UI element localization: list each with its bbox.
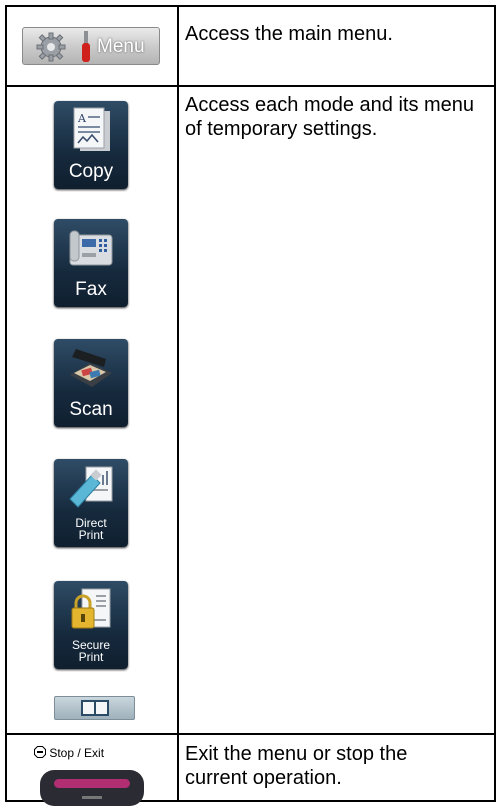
direct-print-icon [69, 466, 113, 508]
scan-icon [70, 349, 112, 387]
copy-label: Copy [68, 161, 114, 182]
row-divider [7, 733, 494, 735]
svg-text:A: A [77, 112, 87, 125]
stop-exit-caption: Stop / Exit [34, 746, 104, 760]
menu-button-label: Menu [97, 36, 145, 57]
stop-description: Exit the menu or stop the current operat… [185, 743, 408, 789]
modes-description: Access each mode and its menu of tempora… [185, 94, 475, 140]
stop-exit-label: Stop / Exit [49, 746, 105, 760]
direct-print-label: Direct Print [75, 516, 107, 542]
wrench-icon [82, 31, 90, 62]
fax-label: Fax [75, 279, 107, 300]
stop-button-indicator [82, 796, 102, 799]
gear-icon [36, 32, 66, 62]
row-divider [7, 85, 494, 87]
secure-print-icon [71, 588, 111, 629]
menu-button[interactable]: Menu [22, 27, 160, 65]
copy-button[interactable]: A Copy [54, 101, 128, 189]
column-divider [177, 7, 179, 800]
stop-icon [34, 746, 46, 758]
address-book-button[interactable] [54, 696, 135, 720]
fax-icon [69, 230, 113, 266]
secure-print-button[interactable]: Secure Print [54, 581, 128, 669]
open-book-icon [81, 700, 109, 716]
scan-button[interactable]: Scan [54, 339, 128, 427]
stop-exit-button[interactable] [40, 770, 144, 806]
fax-button[interactable]: Fax [54, 219, 128, 307]
scan-label: Scan [69, 399, 113, 420]
secure-print-label: Secure Print [71, 638, 111, 664]
direct-print-button[interactable]: Direct Print [54, 459, 128, 547]
copy-icon: A [73, 107, 110, 151]
stop-button-bar [54, 779, 130, 788]
menu-description: Access the main menu. [185, 23, 393, 45]
